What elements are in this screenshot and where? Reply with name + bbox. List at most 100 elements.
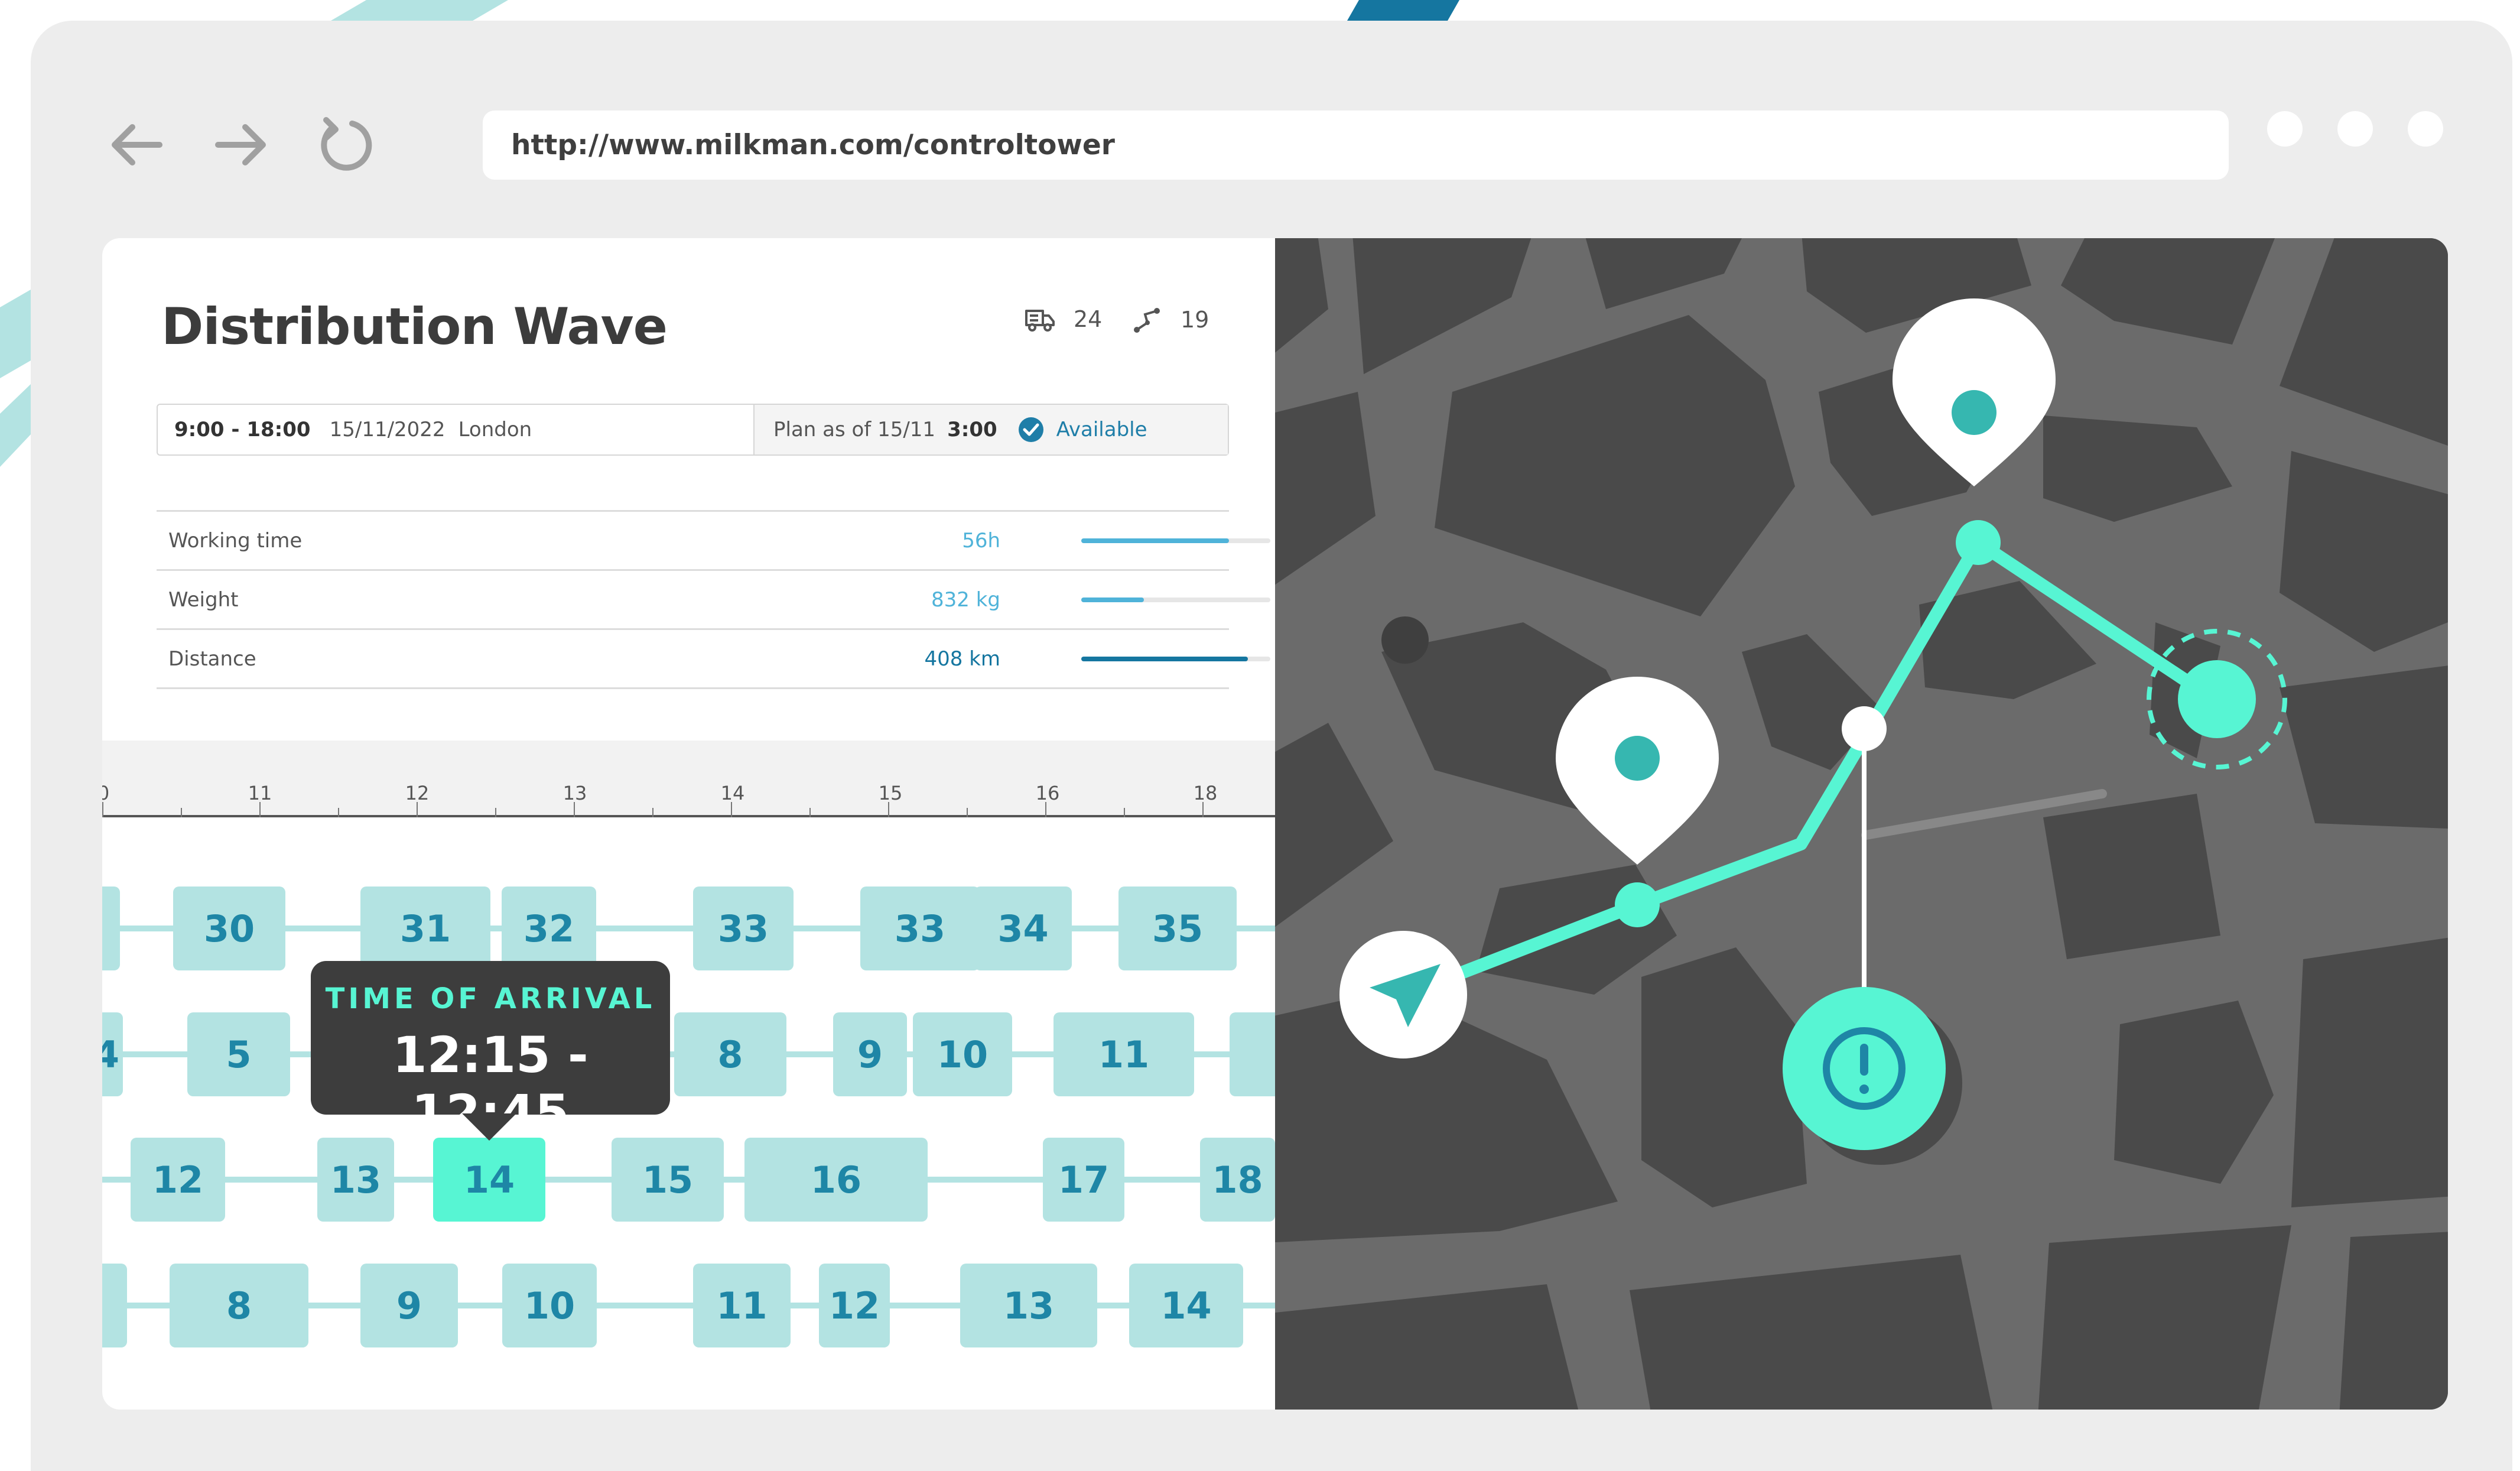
stop-slot[interactable]: 31 <box>360 887 490 970</box>
plan-date: 15/11/2022 <box>329 418 446 441</box>
timeline-tick <box>1045 802 1046 817</box>
route-waypoint <box>1615 882 1660 927</box>
window-control-dot[interactable] <box>2408 111 2443 147</box>
map-roundabout <box>1381 616 1429 664</box>
timeline-tick <box>967 808 968 817</box>
metric-progress-fill <box>1081 597 1144 602</box>
page-title: Distribution Wave <box>161 297 668 356</box>
truck-icon <box>1025 310 1055 332</box>
plan-window: 9:00 - 18:00 15/11/2022 London <box>158 405 755 454</box>
stop-slot[interactable]: 35 <box>1118 887 1237 970</box>
timeline-hour-label: 12 <box>405 782 430 804</box>
routes-count-value: 19 <box>1181 307 1209 333</box>
timeline-tick <box>102 802 103 817</box>
stop-slot[interactable]: 14 <box>433 1138 545 1222</box>
tooltip-title: TIME OF ARRIVAL <box>325 982 656 1015</box>
stop-slot[interactable]: 10 <box>502 1264 597 1347</box>
url-text: http://www.milkman.com/controltower <box>511 129 1115 161</box>
stop-slot[interactable]: 14 <box>1129 1264 1243 1347</box>
timeline-tick <box>731 802 732 817</box>
vehicle-location-icon[interactable] <box>1339 931 1467 1058</box>
location-pin-icon[interactable] <box>1556 677 1719 865</box>
metric-row-distance: Distance 408 km <box>157 628 1270 689</box>
plan-status: Plan as of 15/11 3:00 Available <box>755 405 1228 454</box>
arrival-tooltip: TIME OF ARRIVAL 12:15 - 12:45 <box>311 961 670 1142</box>
stop-slot[interactable]: 13 <box>960 1264 1097 1347</box>
stop-slot[interactable]: 9 <box>833 1012 907 1096</box>
stop-slot[interactable]: 9 <box>360 1264 458 1347</box>
stop-slot[interactable]: 33 <box>860 887 980 970</box>
window-control-dot[interactable] <box>2267 111 2303 147</box>
stop-slot[interactable]: 12 <box>131 1138 225 1222</box>
metric-label: Working time <box>168 528 303 553</box>
stop-slot[interactable]: 32 <box>502 887 596 970</box>
destination-dot <box>2178 660 2256 738</box>
timeline-tick <box>574 802 575 817</box>
stop-slot[interactable]: 16 <box>744 1138 928 1222</box>
timeline-hour-label: 14 <box>720 782 745 804</box>
stop-slot[interactable]: 13 <box>317 1138 394 1222</box>
map-canvas[interactable] <box>1275 238 2448 1410</box>
stop-slot[interactable] <box>1230 1012 1275 1096</box>
metric-label: Weight <box>168 587 239 612</box>
tooltip-pointer <box>462 1113 516 1141</box>
distribution-panel: Distribution Wave 24 19 9:00 - 18:00 15/… <box>102 238 1275 1410</box>
timeline-tick <box>652 808 653 817</box>
routes-count: 19 <box>1133 306 1209 333</box>
city-blocks <box>1275 238 2448 1410</box>
timeline-tick <box>417 802 418 817</box>
metric-progress-fill <box>1081 656 1248 661</box>
timeline-tick <box>181 808 182 817</box>
stop-slot[interactable]: 5 <box>187 1012 290 1096</box>
stop-slot[interactable]: 17 <box>1043 1138 1124 1222</box>
timeline-tick <box>1202 802 1204 817</box>
route-checkpoint <box>1842 706 1887 751</box>
timeline-tick <box>338 808 339 817</box>
metric-progress-track <box>1081 538 1270 543</box>
address-bar[interactable]: http://www.milkman.com/controltower <box>483 111 2229 180</box>
stop-slot[interactable]: 4 <box>102 1012 123 1096</box>
metric-progress-track <box>1081 597 1270 602</box>
plan-info-bar: 9:00 - 18:00 15/11/2022 London Plan as o… <box>157 404 1229 456</box>
window-control-dot[interactable] <box>2337 111 2373 147</box>
metric-value: 56h <box>962 528 1000 553</box>
timeline-hour-label: 16 <box>1035 782 1060 804</box>
reload-icon[interactable] <box>310 109 381 180</box>
timeline-hour-label: 15 <box>878 782 903 804</box>
stop-slot[interactable]: 15 <box>612 1138 724 1222</box>
stop-slot[interactable]: 33 <box>693 887 794 970</box>
alert-icon[interactable] <box>1783 987 1962 1165</box>
stop-slot[interactable]: 18 <box>1200 1138 1275 1222</box>
stop-slot[interactable] <box>102 1264 127 1347</box>
timeline-header: 10 11 12 13 14 15 16 18 <box>102 741 1275 817</box>
timeline-tick <box>1124 808 1125 817</box>
timeline-tick <box>888 802 889 817</box>
timeline-tick <box>495 808 496 817</box>
time-window: 9:00 - 18:00 <box>174 418 311 441</box>
back-arrow-icon[interactable] <box>102 109 173 180</box>
route-icon <box>1134 308 1160 333</box>
metric-value: 832 kg <box>931 587 1000 612</box>
stop-slot[interactable]: 10 <box>913 1012 1012 1096</box>
stop-slot[interactable]: 30 <box>173 887 285 970</box>
stop-slot[interactable]: 8 <box>674 1012 786 1096</box>
forward-arrow-icon[interactable] <box>205 109 276 180</box>
stop-slot[interactable]: 8 <box>170 1264 308 1347</box>
metric-progress-track <box>1081 656 1270 661</box>
stop-slot[interactable] <box>102 887 120 970</box>
metrics-list: Working time 56h Weight 832 kg Distance … <box>157 510 1270 689</box>
timeline-hour-label: 10 <box>102 782 110 804</box>
route-map[interactable] <box>1275 238 2448 1410</box>
plan-city: London <box>458 418 532 441</box>
vehicles-count-value: 24 <box>1074 306 1103 332</box>
timeline-hour-label: 11 <box>248 782 272 804</box>
plan-label: Plan as of 15/11 <box>773 418 936 441</box>
timeline-hour-label: 13 <box>562 782 587 804</box>
route-waypoint <box>1956 520 2001 565</box>
stop-slot[interactable]: 34 <box>974 887 1072 970</box>
timeline-tick <box>259 802 261 817</box>
stop-slot[interactable]: 12 <box>819 1264 890 1347</box>
stop-slot[interactable]: 11 <box>693 1264 791 1347</box>
status-label: Available <box>1056 418 1147 441</box>
stop-slot[interactable]: 11 <box>1053 1012 1194 1096</box>
